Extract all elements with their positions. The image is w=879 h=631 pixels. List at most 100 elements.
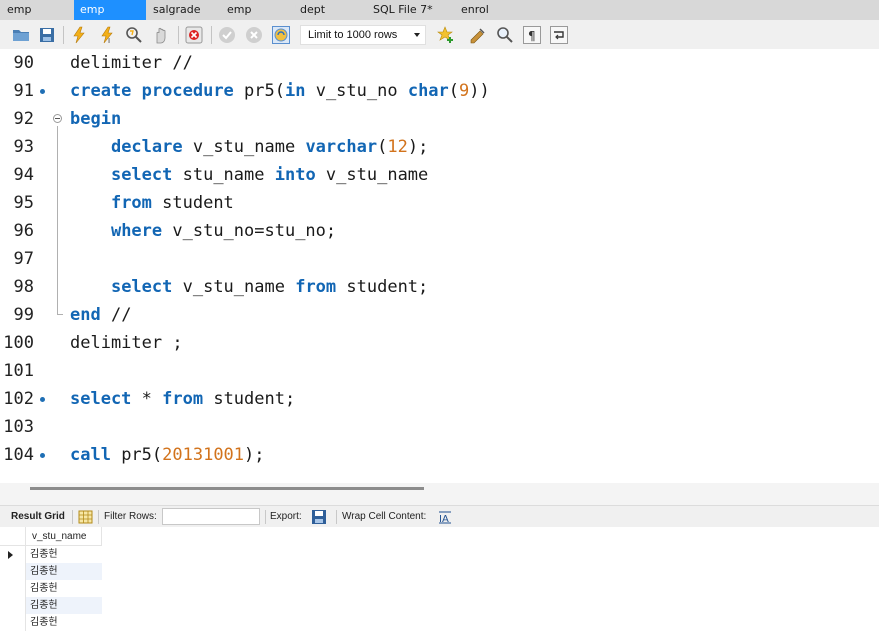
table-row[interactable]: 김종헌 bbox=[0, 546, 102, 563]
sql-editor-toolbar: I Limit to 1000 rows ¶ bbox=[0, 20, 879, 49]
save-icon[interactable] bbox=[38, 26, 56, 44]
grid-corner bbox=[0, 527, 26, 546]
wrap-cell-content-icon[interactable]: IA bbox=[437, 509, 453, 525]
toolbar-separator bbox=[211, 26, 212, 44]
line-number: 91 bbox=[13, 81, 34, 101]
row-header[interactable] bbox=[0, 597, 26, 614]
rollback-icon[interactable] bbox=[245, 26, 263, 44]
svg-text:I: I bbox=[108, 37, 110, 44]
table-cell[interactable]: 김종헌 bbox=[26, 614, 102, 631]
table-cell[interactable]: 김종헌 bbox=[26, 563, 102, 580]
code-text: where v_stu_no=stu_no; bbox=[110, 221, 337, 241]
table-cell[interactable]: 김종헌 bbox=[26, 580, 102, 597]
add-snippet-icon[interactable] bbox=[437, 26, 455, 44]
tab-emp-2[interactable]: emp bbox=[74, 0, 146, 20]
code-text: from student bbox=[110, 193, 234, 213]
tab-dept[interactable]: dept bbox=[293, 0, 366, 20]
code-text: call pr5(20131001); bbox=[70, 445, 265, 465]
toolbar-separator bbox=[63, 26, 64, 44]
line-number: 101 bbox=[3, 361, 34, 381]
tab-bar: emp emp salgrade emp dept SQL File 7* en… bbox=[0, 0, 879, 20]
toggle-errors-icon[interactable] bbox=[185, 26, 203, 44]
code-line: 103 bbox=[0, 413, 879, 441]
result-grid[interactable]: v_stu_name 김종헌 김종헌 김종헌 김종헌 김종헌 bbox=[0, 527, 879, 631]
line-number: 99 bbox=[13, 305, 34, 325]
code-text: end // bbox=[70, 305, 132, 325]
table-row[interactable]: 김종헌 bbox=[0, 563, 102, 580]
code-line: 96 where v_stu_no=stu_no; bbox=[0, 217, 879, 245]
tab-label: SQL File 7* bbox=[373, 3, 433, 16]
beautify-icon[interactable] bbox=[469, 26, 487, 44]
result-grid-tab[interactable]: Result Grid bbox=[11, 511, 65, 522]
stop-icon[interactable] bbox=[152, 26, 170, 44]
line-number: 94 bbox=[13, 165, 34, 185]
chevron-down-icon bbox=[414, 33, 420, 37]
result-toolbar: Result Grid Filter Rows: Export: Wrap Ce… bbox=[0, 505, 879, 527]
line-number: 96 bbox=[13, 221, 34, 241]
explain-icon[interactable] bbox=[125, 26, 143, 44]
export-label: Export: bbox=[270, 511, 302, 522]
code-text: delimiter ; bbox=[70, 333, 183, 353]
statement-marker-icon bbox=[40, 397, 45, 402]
line-number: 104 bbox=[3, 445, 34, 465]
toolbar-separator bbox=[98, 510, 99, 524]
filter-rows-label: Filter Rows: bbox=[104, 511, 157, 522]
commit-icon[interactable] bbox=[218, 26, 236, 44]
line-number: 97 bbox=[13, 249, 34, 269]
code-line: 99 end // bbox=[0, 301, 879, 329]
execute-icon[interactable] bbox=[70, 26, 88, 44]
execute-current-icon[interactable]: I bbox=[98, 26, 116, 44]
tab-label: enrol bbox=[461, 3, 489, 16]
code-line: 91 create procedure pr5(in v_stu_no char… bbox=[0, 77, 879, 105]
toolbar-separator bbox=[265, 510, 266, 524]
wrap-icon[interactable] bbox=[550, 26, 568, 44]
row-header[interactable] bbox=[0, 580, 26, 597]
code-text: select * from student; bbox=[70, 389, 296, 409]
tab-sql-file-7[interactable]: SQL File 7* bbox=[366, 0, 454, 20]
export-icon[interactable] bbox=[311, 509, 327, 525]
code-line: 92 begin bbox=[0, 105, 879, 133]
invisibles-icon[interactable]: ¶ bbox=[523, 26, 541, 44]
tab-label: emp bbox=[7, 3, 32, 16]
line-number: 90 bbox=[13, 53, 34, 73]
tab-label: salgrade bbox=[153, 3, 201, 16]
column-header-v-stu-name[interactable]: v_stu_name bbox=[26, 527, 102, 546]
code-line: 93 declare v_stu_name varchar(12); bbox=[0, 133, 879, 161]
row-header[interactable] bbox=[0, 546, 26, 563]
code-text: declare v_stu_name varchar(12); bbox=[110, 137, 429, 157]
tab-label: emp bbox=[227, 3, 252, 16]
code-line: 97 bbox=[0, 245, 879, 273]
svg-text:¶: ¶ bbox=[528, 29, 536, 43]
code-line: 95 from student bbox=[0, 189, 879, 217]
code-text: select v_stu_name from student; bbox=[110, 277, 429, 297]
filter-rows-input[interactable] bbox=[162, 508, 260, 525]
tab-enrol[interactable]: enrol bbox=[454, 0, 534, 20]
find-icon[interactable] bbox=[496, 26, 514, 44]
table-row[interactable]: 김종헌 bbox=[0, 597, 102, 614]
toolbar-separator bbox=[72, 510, 73, 524]
code-text: begin bbox=[70, 109, 122, 129]
tab-emp-1[interactable]: emp bbox=[0, 0, 74, 20]
code-line: 98 select v_stu_name from student; bbox=[0, 273, 879, 301]
tab-emp-3[interactable]: emp bbox=[220, 0, 293, 20]
line-number: 100 bbox=[3, 333, 34, 353]
limit-rows-select[interactable]: Limit to 1000 rows bbox=[300, 25, 426, 45]
fold-toggle-icon[interactable] bbox=[53, 114, 62, 123]
tab-label: emp bbox=[80, 3, 105, 16]
wrap-cell-content-label: Wrap Cell Content: bbox=[342, 511, 427, 522]
table-cell[interactable]: 김종헌 bbox=[26, 546, 102, 563]
open-folder-icon[interactable] bbox=[12, 26, 30, 44]
table-cell[interactable]: 김종헌 bbox=[26, 597, 102, 614]
row-header[interactable] bbox=[0, 614, 26, 631]
tab-salgrade[interactable]: salgrade bbox=[146, 0, 220, 20]
sql-editor[interactable]: 90 delimiter // 91 create procedure pr5(… bbox=[0, 49, 879, 483]
autocommit-icon[interactable] bbox=[272, 26, 290, 44]
line-number: 93 bbox=[13, 137, 34, 157]
table-row[interactable]: 김종헌 bbox=[0, 614, 102, 631]
grid-icon[interactable] bbox=[78, 509, 94, 525]
row-header[interactable] bbox=[0, 563, 26, 580]
horizontal-scrollbar[interactable] bbox=[30, 487, 424, 490]
code-line: 101 bbox=[0, 357, 879, 385]
table-row[interactable]: 김종헌 bbox=[0, 580, 102, 597]
statement-marker-icon bbox=[40, 453, 45, 458]
